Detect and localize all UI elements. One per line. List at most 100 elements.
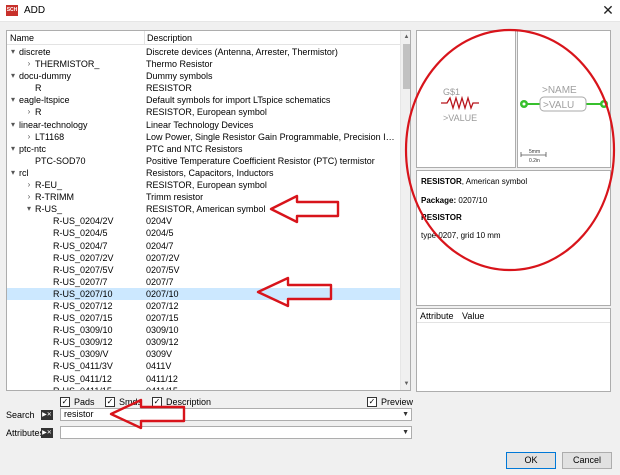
search-value[interactable]: resistor xyxy=(64,409,94,420)
column-separator[interactable] xyxy=(144,31,145,45)
tree-row[interactable]: R-US_0204/5 0204/5 xyxy=(7,227,400,239)
description-check-icon[interactable]: ✓ xyxy=(152,397,162,407)
smds-check-icon[interactable]: ✓ xyxy=(105,397,115,407)
tree-row[interactable]: R-US_0411/3V 0411V xyxy=(7,360,400,372)
tree-row-description[interactable]: Trimm resistor xyxy=(146,191,398,203)
tree-row-name[interactable]: R-EU_ xyxy=(35,179,62,191)
expand-icon[interactable]: › xyxy=(24,191,34,203)
tree-row-description[interactable]: Resistors, Capacitors, Inductors xyxy=(146,167,398,179)
tree-row-name[interactable]: R-US_0207/5V xyxy=(53,264,114,276)
tree-row[interactable]: R-US_0309/12 0309/12 xyxy=(7,336,400,348)
tree-row[interactable]: R-US_0207/10 0207/10 xyxy=(7,287,400,300)
tree-row[interactable]: ▾ ptc-ntc PTC and NTC Resistors xyxy=(7,143,400,155)
column-header-attribute[interactable]: Attribute xyxy=(420,311,454,321)
attributes-input[interactable]: ▼ xyxy=(60,426,412,439)
tree-row[interactable]: R-US_0411/15 0411/15 xyxy=(7,385,400,390)
tree-row[interactable]: PTC-SOD70 Positive Temperature Coefficien… xyxy=(7,155,400,167)
tree-row-name[interactable]: eagle-ltspice xyxy=(19,94,70,106)
tree-row-description[interactable]: 0207/5V xyxy=(146,264,398,276)
tree-row[interactable]: › R RESISTOR, European symbol xyxy=(7,106,400,118)
tree-row-description[interactable]: 0204V xyxy=(146,215,398,227)
tree-row-name[interactable]: R-US_0309/12 xyxy=(53,336,113,348)
tree-row-name[interactable]: R-US_0309/10 xyxy=(53,324,113,336)
collapse-icon[interactable]: ▾ xyxy=(8,70,18,82)
tree-row-description[interactable]: Default symbols for import LTspice schem… xyxy=(146,94,398,106)
tree-row-name[interactable]: R-US_0207/2V xyxy=(53,252,114,264)
column-header-value[interactable]: Value xyxy=(462,311,484,321)
tree-row-name[interactable]: R-TRIMM xyxy=(35,191,74,203)
tree-row[interactable]: R-US_0204/2V 0204V xyxy=(7,215,400,227)
tree-row[interactable]: R-US_0207/15 0207/15 xyxy=(7,312,400,324)
tree-row-description[interactable]: 0309/10 xyxy=(146,324,398,336)
tree-row-description[interactable]: 0204/7 xyxy=(146,240,398,252)
tree-row[interactable]: ▾ linear-technology Linear Technology Devi… xyxy=(7,119,400,131)
tree-row-name[interactable]: R-US_0411/15 xyxy=(53,385,112,390)
collapse-icon[interactable]: ▾ xyxy=(24,203,34,215)
scroll-thumb[interactable] xyxy=(403,44,410,89)
tree-row-description[interactable]: 0309/12 xyxy=(146,336,398,348)
tree-row-name[interactable]: PTC-SOD70 xyxy=(35,155,86,167)
tree-row-description[interactable]: Dummy symbols xyxy=(146,70,398,82)
tree-row[interactable]: ▾ rcl Resistors, Capacitors, Inductors xyxy=(7,167,400,179)
search-input[interactable]: resistor ▼ xyxy=(60,408,412,421)
ok-button[interactable]: OK xyxy=(506,452,556,469)
tree-row-description[interactable]: 0207/7 xyxy=(146,276,398,288)
tree-row-description[interactable]: RESISTOR, European symbol xyxy=(146,179,398,191)
tree-row[interactable]: R-US_0207/7 0207/7 xyxy=(7,276,400,288)
tree-row[interactable]: › R-TRIMM Trimm resistor xyxy=(7,191,400,203)
collapse-icon[interactable]: ▾ xyxy=(8,119,18,131)
tree-row-description[interactable]: RESISTOR xyxy=(146,82,398,94)
tree-row-name[interactable]: THERMISTOR_ xyxy=(35,58,99,70)
tree-row[interactable]: R RESISTOR xyxy=(7,82,400,94)
search-apply-icon[interactable]: ▶✕ xyxy=(41,410,53,420)
tree-row[interactable]: R-US_0309/10 0309/10 xyxy=(7,324,400,336)
tree-row-description[interactable]: Linear Technology Devices xyxy=(146,119,398,131)
tree-row[interactable]: ▾ discrete Discrete devices (Antenna, Arre… xyxy=(7,46,400,58)
attributes-apply-icon[interactable]: ▶✕ xyxy=(41,428,53,438)
expand-icon[interactable]: › xyxy=(24,58,34,70)
tree-scrollbar[interactable]: ▲ ▼ xyxy=(400,31,410,390)
tree-row-description[interactable]: Thermo Resistor xyxy=(146,58,398,70)
tree-row-description[interactable]: 0207/12 xyxy=(146,300,398,312)
tree-row-name[interactable]: LT1168 xyxy=(35,131,64,143)
tree-row-name[interactable]: docu-dummy xyxy=(19,70,71,82)
tree-row[interactable]: R-US_0411/12 0411/12 xyxy=(7,373,400,385)
library-tree[interactable]: Name Description ▾ discrete Discrete devic… xyxy=(6,30,411,391)
search-dropdown-icon[interactable]: ▼ xyxy=(402,409,409,420)
preview-check-icon[interactable]: ✓ xyxy=(367,397,377,407)
tree-row-name[interactable]: R-US_0207/10 xyxy=(53,288,113,300)
collapse-icon[interactable]: ▾ xyxy=(8,94,18,106)
tree-row-description[interactable]: 0204/5 xyxy=(146,227,398,239)
tree-row[interactable]: › R-EU_ RESISTOR, European symbol xyxy=(7,179,400,191)
tree-row[interactable]: ▾ docu-dummy Dummy symbols xyxy=(7,70,400,82)
tree-row-name[interactable]: R xyxy=(35,106,42,118)
column-header-name[interactable]: Name xyxy=(10,33,34,43)
tree-row[interactable]: ▾ eagle-ltspice Default symbols for import… xyxy=(7,94,400,106)
tree-row-description[interactable]: RESISTOR, American symbol xyxy=(146,203,398,215)
tree-row-name[interactable]: linear-technology xyxy=(19,119,88,131)
tree-row[interactable]: › THERMISTOR_ Thermo Resistor xyxy=(7,58,400,70)
tree-row[interactable]: R-US_0204/7 0204/7 xyxy=(7,240,400,252)
tree-row-description[interactable]: PTC and NTC Resistors xyxy=(146,143,398,155)
tree-row-name[interactable]: R-US_0204/2V xyxy=(53,215,114,227)
tree-row-name[interactable]: R-US_0204/5 xyxy=(53,227,108,239)
attributes-dropdown-icon[interactable]: ▼ xyxy=(402,427,409,438)
tree-row-name[interactable]: discrete xyxy=(19,46,51,58)
close-icon[interactable]: ✕ xyxy=(600,2,616,18)
tree-row-name[interactable]: R-US_0309/V xyxy=(53,348,109,360)
pads-check-icon[interactable]: ✓ xyxy=(60,397,70,407)
tree-row-name[interactable]: R-US_0207/7 xyxy=(53,276,108,288)
tree-row[interactable]: R-US_0207/2V 0207/2V xyxy=(7,252,400,264)
tree-row-name[interactable]: R-US_0411/12 xyxy=(53,373,112,385)
tree-row-name[interactable]: R-US_0204/7 xyxy=(53,240,108,252)
expand-icon[interactable]: › xyxy=(24,131,34,143)
collapse-icon[interactable]: ▾ xyxy=(8,46,18,58)
tree-row-description[interactable]: Low Power, Single Resistor Gain Programm… xyxy=(146,131,398,143)
tree-row-name[interactable]: R-US_ xyxy=(35,203,62,215)
tree-row-name[interactable]: R-US_0411/3V xyxy=(53,360,113,372)
tree-row-description[interactable]: 0207/10 xyxy=(146,288,398,300)
tree-row-name[interactable]: R-US_0207/12 xyxy=(53,300,113,312)
tree-row-name[interactable]: R-US_0207/15 xyxy=(53,312,113,324)
tree-row[interactable]: › LT1168 Low Power, Single Resistor Gain P… xyxy=(7,131,400,143)
column-header-description[interactable]: Description xyxy=(147,33,192,43)
